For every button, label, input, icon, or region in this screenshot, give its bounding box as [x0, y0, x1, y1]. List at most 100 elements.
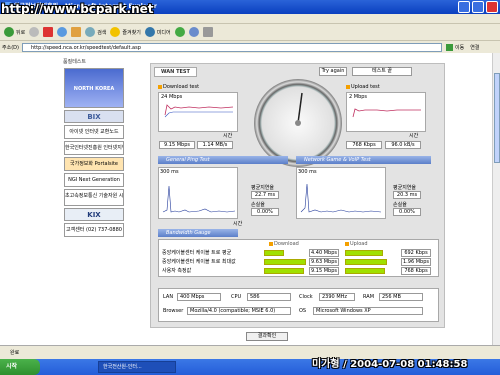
clock-value: 2390 MHz	[319, 293, 355, 301]
bw-download-value: 4.40 Mbps	[309, 249, 339, 257]
bw-upload-bar	[345, 268, 385, 274]
star-icon	[110, 27, 121, 37]
nav-banner-inet[interactable]: 아이넷 인터넷 교환노드	[64, 125, 124, 139]
bandwidth-gauge-band: Bandwidth Gauge	[158, 229, 238, 237]
nav-banner-portal[interactable]: 국가정보화 Portalsite	[64, 157, 124, 171]
address-input[interactable]: http://speed.nca.or.kr/speedtest/default…	[22, 42, 442, 52]
general-ping-band: General Ping Test	[158, 156, 288, 164]
wan-title: WAN TEST	[154, 67, 197, 77]
bw-upload-bar	[345, 250, 383, 256]
favorites-button[interactable]: 즐겨찾기	[110, 27, 141, 37]
taskbar-task-ie[interactable]: 한국전산원-인터...	[98, 361, 176, 373]
test-end-button[interactable]: 테스트 끝	[352, 67, 412, 76]
voip-loss-label: 손실율	[393, 202, 407, 208]
ping-avg-label: 평균지연율	[251, 185, 275, 191]
voip-loss-value: 0.00%	[393, 208, 421, 216]
media-button[interactable]: 미디어	[144, 27, 171, 37]
nav-banner-north-korea[interactable]: NORTH KOREA	[64, 68, 124, 108]
go-icon	[446, 43, 453, 51]
wan-test-panel: WAN TEST Try again 테스트 끝 Download test 2…	[150, 63, 445, 328]
stop-button[interactable]	[43, 27, 54, 37]
go-button[interactable]: 이동	[446, 43, 464, 51]
ping-loss-value: 0.00%	[251, 208, 279, 216]
back-button[interactable]: 뒤로	[4, 27, 25, 37]
result-confirm-button[interactable]: 결과확인	[246, 332, 288, 341]
ping-avg-value: 22.7 ms	[251, 191, 279, 199]
nav-banner-bix[interactable]: BIX	[64, 110, 124, 123]
bw-download-value: 9.63 Mbps	[309, 258, 339, 266]
clock-label: Clock	[299, 294, 313, 300]
bw-upload-value: 692 Kbps	[401, 249, 431, 257]
bw-download-header: Download	[269, 241, 299, 247]
start-button[interactable]: 시작	[0, 359, 40, 375]
ping-loss-label: 손실율	[251, 202, 265, 208]
browser-label: Browser	[163, 308, 184, 314]
nav-banner-infra[interactable]: 초고속정보통신 기술자원 시스템	[64, 189, 124, 206]
browser-value: Mozilla/4.0 (compatible; MSIE 6.0)	[187, 307, 291, 315]
try-again-button[interactable]: Try again	[319, 67, 347, 76]
left-nav: 품질테스트 NORTH KOREA BIX 아이넷 인터넷 교환노드 한국인터넷…	[63, 58, 125, 248]
orange-square-icon	[158, 84, 162, 89]
orange-square-icon	[345, 241, 349, 246]
nav-banner-kix[interactable]: KIX	[64, 208, 124, 221]
upload-scale: 2 Mbps	[349, 94, 368, 100]
back-icon	[4, 27, 14, 37]
system-info: LAN 400 Mbps CPU 586 Clock 2390 MHz RAM …	[158, 288, 439, 322]
home-button[interactable]	[71, 27, 82, 37]
scrollbar-thumb[interactable]	[494, 73, 500, 163]
bw-upload-bar	[345, 259, 387, 265]
voip-avg-value: 20.3 ms	[393, 191, 421, 199]
watermark-bottom: 미가형 / 2004-07-08 01:48:58	[312, 359, 468, 370]
ping-graph-svg	[162, 185, 236, 213]
download-value-mbs: 1.14 MB/s	[197, 141, 233, 149]
os-value: Microsoft Windows XP	[313, 307, 423, 315]
voip-band: Network Game & VoIP Test	[296, 156, 431, 164]
links-label[interactable]: 연결	[470, 44, 479, 51]
mail-icon	[188, 27, 199, 37]
cpu-label: CPU	[231, 294, 242, 300]
os-label: OS	[299, 308, 307, 314]
download-scale: 24 Mbps	[161, 94, 183, 100]
ping-scale: 300 ms	[160, 169, 179, 175]
lan-value: 400 Mbps	[177, 293, 221, 301]
nav-header: 품질테스트	[63, 59, 87, 65]
vertical-scrollbar[interactable]	[492, 53, 500, 345]
ping-time-axis: 시간	[233, 221, 243, 227]
bw-row-label: 중앙케이블센터 케이블 트로 최대값	[162, 259, 236, 265]
bw-upload-header: Upload	[345, 241, 368, 247]
forward-button[interactable]	[29, 27, 40, 37]
refresh-button[interactable]	[57, 27, 68, 37]
forward-icon	[29, 27, 40, 37]
bw-download-value: 9.15 Mbps	[309, 267, 339, 275]
upload-value-kbps: 768 Kbps	[346, 141, 382, 149]
address-label: 주소(D)	[2, 44, 19, 51]
bandwidth-table: Download Upload 중앙케이블센터 케이블 트로 평균 4.40 Mb…	[158, 239, 439, 277]
search-button[interactable]: 검색	[85, 27, 106, 37]
history-icon	[174, 27, 185, 37]
upload-test-label: Upload test	[346, 84, 380, 90]
bw-row-label: 중앙케이블센터 케이블 트로 평균	[162, 250, 232, 256]
minimize-button[interactable]	[458, 1, 470, 13]
nav-banner-nida[interactable]: 한국인터넷진흥원 인터넷지역	[64, 141, 124, 155]
bw-upload-value: 768 Kbps	[401, 267, 431, 275]
nav-banner-ngi[interactable]: NGI Next Generation	[64, 173, 124, 187]
mail-button[interactable]	[188, 27, 199, 37]
gauge-svg	[295, 92, 303, 126]
close-button[interactable]	[486, 1, 498, 13]
ram-label: RAM	[363, 294, 375, 300]
nav-banner-contact[interactable]: 고객센터 (02) 737-0880	[64, 223, 124, 237]
bw-download-bar	[264, 268, 304, 274]
upload-value-kbs: 96.0 kB/s	[385, 141, 421, 149]
print-icon	[202, 27, 213, 37]
upload-line	[352, 108, 421, 118]
wan-header: WAN TEST Try again 테스트 끝	[154, 67, 443, 77]
orange-square-icon	[346, 84, 350, 89]
print-button[interactable]	[202, 27, 213, 37]
download-time-axis: 시간	[223, 133, 233, 139]
voip-line	[300, 183, 382, 213]
voip-scale: 300 ms	[298, 169, 317, 175]
history-button[interactable]	[174, 27, 185, 37]
status-text: 완료	[10, 350, 20, 356]
maximize-button[interactable]	[472, 1, 484, 13]
address-bar: 주소(D) http://speed.nca.or.kr/speedtest/d…	[0, 41, 500, 53]
